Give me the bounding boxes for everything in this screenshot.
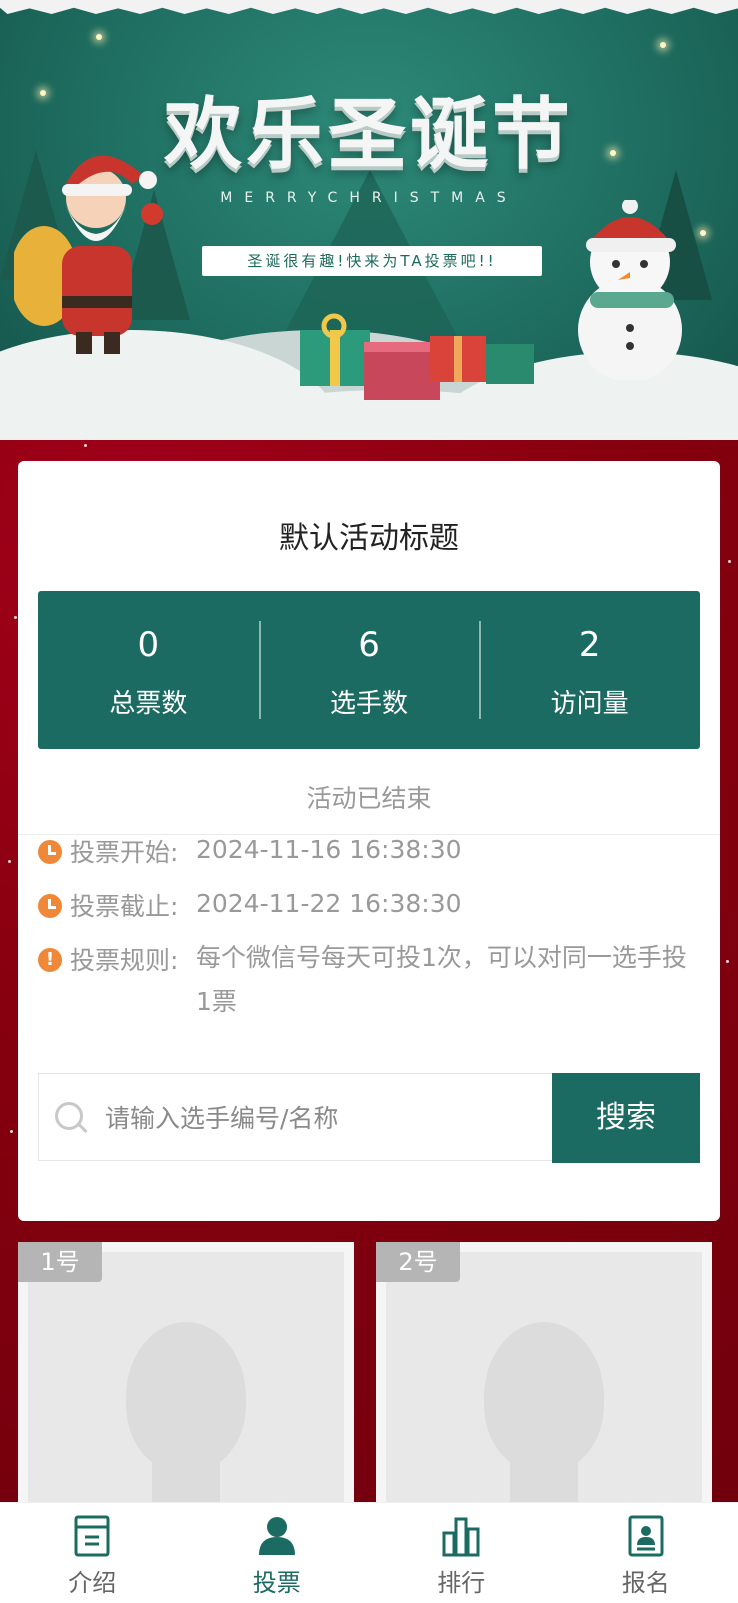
search-button[interactable]: 搜索 [552,1073,700,1163]
activity-info-card: 默认活动标题 0 总票数 6 选手数 2 访问量 活动已结束 投票开始: 202… [18,461,720,1221]
snow-dot [8,860,11,863]
snow-dot [14,616,17,619]
stat-visits: 2 访问量 [479,591,700,749]
activity-title: 默认活动标题 [18,513,720,557]
snowman-icon [560,200,710,380]
search-icon [55,1102,83,1130]
stat-value: 6 [259,625,480,665]
sparkle-icon [660,42,666,48]
stat-value: 2 [479,625,700,665]
stat-label: 访问量 [479,683,700,720]
santa-icon [14,136,174,356]
activity-status: 活动已结束 [18,779,720,815]
stat-value: 0 [38,625,259,665]
stat-contestant-count: 6 选手数 [259,591,480,749]
avatar-placeholder-icon [126,1322,246,1472]
contestant-photo [386,1252,702,1502]
stat-label: 总票数 [38,683,259,720]
snow-dot [84,444,87,447]
gift-boxes-icon [300,300,550,400]
snow-dot [10,1130,13,1133]
search-bar: 搜索 [38,1073,700,1161]
snow-dot [728,560,731,563]
contestant-card[interactable]: 2号 [376,1242,712,1502]
contestant-number-badge: 1号 [18,1242,102,1282]
avatar-placeholder-neck [510,1452,578,1502]
clock-icon [38,840,62,864]
snow-dot [726,960,729,963]
contestant-number-badge: 2号 [376,1242,460,1282]
stat-total-votes: 0 总票数 [38,591,259,749]
avatar-placeholder-neck [152,1452,220,1502]
tab-vote[interactable]: 投票 [185,1503,370,1603]
person-icon [257,1515,297,1557]
contestant-card[interactable]: 1号 [18,1242,354,1502]
stat-label: 选手数 [259,683,480,720]
tab-label: 报名 [554,1563,738,1598]
sparkle-icon [96,34,102,40]
vote-rules-value: 每个微信号每天可投1次，可以对同一选手投1票 [196,936,696,1024]
vote-start-value: 2024-11-16 16:38:30 [196,828,696,872]
avatar-placeholder-icon [484,1322,604,1472]
christmas-banner: 欢乐圣诞节 MERRYCHRISTMAS 圣诞很有趣!快来为TA投票吧!! [0,0,738,440]
bar-chart-icon [441,1515,481,1557]
vote-end-value: 2024-11-22 16:38:30 [196,882,696,926]
tab-label: 介绍 [0,1563,185,1598]
clock-icon [38,894,62,918]
id-card-icon [626,1515,666,1557]
document-icon [72,1515,112,1557]
tab-label: 排行 [369,1563,554,1598]
tab-ranking[interactable]: 排行 [369,1503,554,1603]
banner-tagline: 圣诞很有趣!快来为TA投票吧!! [202,246,542,276]
bottom-tab-bar: 介绍 投票 排行 报名 [0,1502,738,1603]
banner-torn-edge [0,0,738,14]
tab-intro[interactable]: 介绍 [0,1503,185,1603]
tab-signup[interactable]: 报名 [554,1503,738,1603]
alert-icon: ! [38,948,62,972]
vote-start-label: 投票开始: [70,833,200,869]
stats-panel: 0 总票数 6 选手数 2 访问量 [38,591,700,749]
tab-label: 投票 [185,1563,370,1598]
vote-rules-label: 投票规则: [70,941,200,977]
vote-end-label: 投票截止: [70,887,200,923]
contestant-photo [28,1252,344,1502]
search-input[interactable] [103,1094,527,1142]
